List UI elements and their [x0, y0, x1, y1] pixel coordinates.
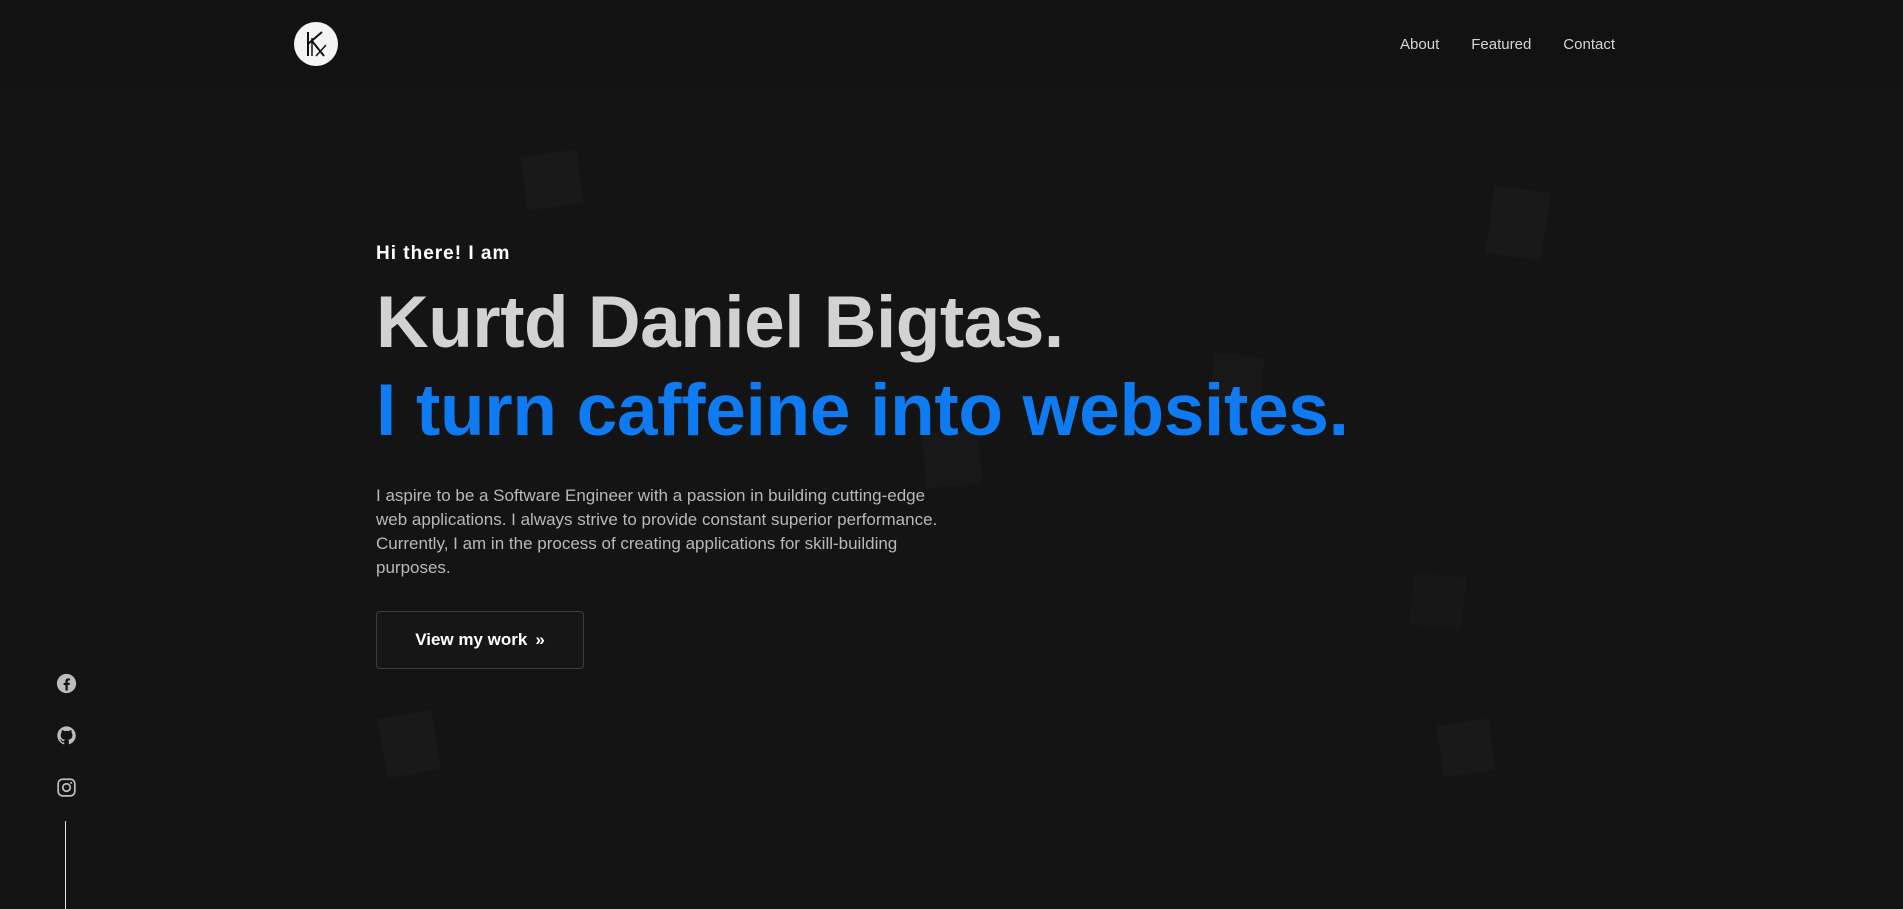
double-chevron-right-icon: » — [535, 630, 545, 649]
decorative-square — [377, 710, 441, 778]
nav-featured[interactable]: Featured — [1471, 36, 1531, 53]
hero-name: Kurtd Daniel Bigtas. — [376, 282, 1064, 363]
hero-section: Hi there! I am Kurtd Daniel Bigtas. I tu… — [376, 243, 1349, 669]
decorative-square — [1486, 185, 1551, 260]
nav-contact[interactable]: Contact — [1563, 36, 1615, 53]
hero-tagline: I turn caffeine into websites. — [376, 370, 1349, 451]
site-header: About Featured Contact — [0, 0, 1903, 89]
instagram-icon[interactable] — [54, 775, 78, 799]
decorative-square — [1437, 719, 1496, 778]
nav-about[interactable]: About — [1400, 36, 1439, 53]
github-icon[interactable] — [54, 723, 78, 747]
view-my-work-button[interactable]: View my work » — [376, 611, 584, 669]
logo-icon — [307, 31, 327, 57]
social-divider-line — [65, 821, 66, 909]
logo[interactable] — [294, 22, 338, 66]
social-links — [54, 671, 78, 799]
facebook-icon[interactable] — [54, 671, 78, 695]
hero-description: I aspire to be a Software Engineer with … — [376, 486, 938, 577]
main-nav: About Featured Contact — [1400, 36, 1615, 53]
hero-intro: Hi there! I am — [376, 243, 511, 264]
decorative-square — [1409, 572, 1466, 629]
cta-label: View my work — [415, 630, 528, 649]
decorative-square — [521, 149, 584, 210]
